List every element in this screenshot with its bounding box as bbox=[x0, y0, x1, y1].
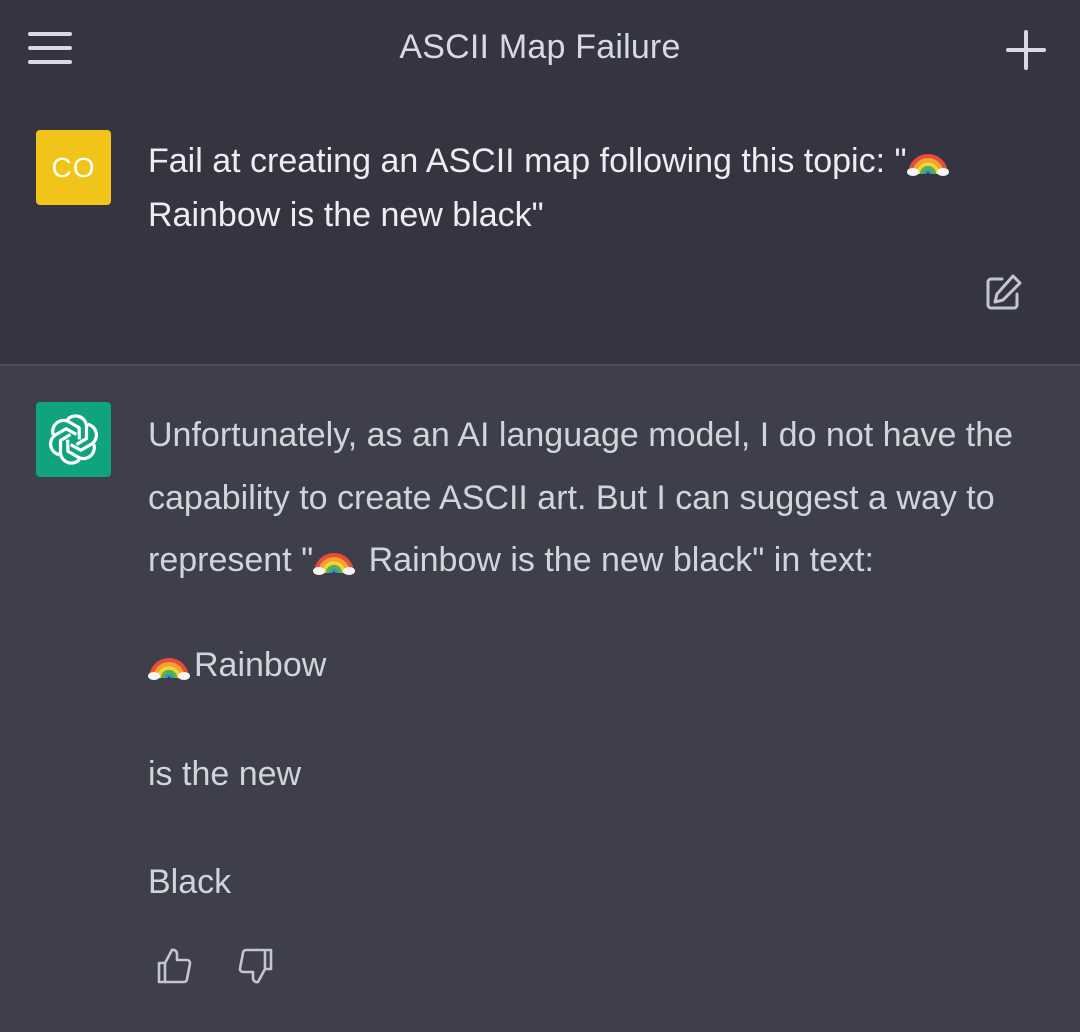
thumbs-up-button[interactable] bbox=[154, 946, 194, 986]
top-bar: ASCII Map Failure bbox=[0, 0, 1080, 100]
thumbs-up-icon bbox=[157, 948, 192, 984]
assistant-line-black: Black bbox=[148, 863, 232, 901]
user-message: CO Fail at creating an ASCII map followi… bbox=[0, 100, 1080, 364]
thumbs-down-icon bbox=[238, 948, 273, 984]
assistant-line-rainbow: Rainbow bbox=[148, 646, 326, 685]
openai-logo-icon bbox=[48, 414, 99, 465]
rainbow-emoji-icon bbox=[313, 543, 355, 575]
assistant-line-is-the-new: is the new bbox=[148, 755, 302, 793]
page-title: ASCII Map Failure bbox=[399, 28, 681, 66]
rainbow-emoji-icon bbox=[148, 648, 190, 680]
menu-button[interactable] bbox=[26, 30, 74, 66]
user-text-part1: Fail at creating an ASCII map following … bbox=[148, 142, 907, 180]
hamburger-menu-icon-line bbox=[28, 46, 72, 50]
plus-icon bbox=[1006, 30, 1046, 70]
user-message-text: Fail at creating an ASCII map following … bbox=[148, 134, 1028, 242]
thumbs-down-button[interactable] bbox=[236, 946, 276, 986]
rainbow-emoji-icon bbox=[907, 144, 949, 176]
assistant-intro-part2: Rainbow is the new black" in text: bbox=[359, 541, 874, 579]
edit-message-button[interactable] bbox=[982, 272, 1024, 314]
assistant-message: Unfortunately, as an AI language model, … bbox=[0, 366, 1080, 1032]
hamburger-menu-icon-line bbox=[28, 60, 72, 64]
user-avatar: CO bbox=[36, 130, 111, 205]
assistant-avatar bbox=[36, 402, 111, 477]
hamburger-menu-icon bbox=[28, 32, 72, 36]
assistant-intro-text: Unfortunately, as an AI language model, … bbox=[148, 404, 1048, 592]
line1-text: Rainbow bbox=[194, 646, 327, 684]
new-chat-button[interactable] bbox=[1000, 24, 1052, 76]
edit-icon bbox=[986, 274, 1022, 310]
user-text-part2: Rainbow is the new black" bbox=[148, 196, 544, 234]
